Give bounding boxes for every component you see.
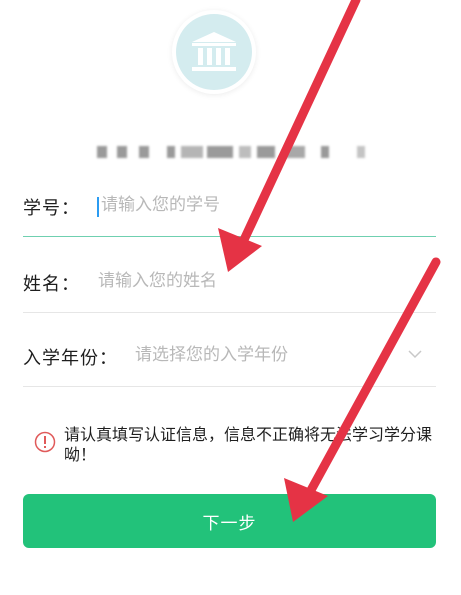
notice: 请认真填写认证信息，信息不正确将无法学习学分课呦！ [34,425,434,473]
chevron-down-icon [408,350,422,359]
bank-building-icon [192,32,236,71]
student-id-input[interactable] [101,192,421,218]
warning-icon [34,431,56,453]
enrollment-year-row[interactable]: 入学年份： [23,320,436,387]
student-id-label: 学号： [23,198,80,219]
next-step-button[interactable]: 下一步 [23,494,436,548]
student-id-row: 学号： [23,170,436,237]
text-caret [97,197,99,217]
name-label: 姓名： [23,274,80,295]
enrollment-year-select[interactable] [135,342,385,368]
notice-text: 请认真填写认证信息，信息不正确将无法学习学分课呦！ [64,425,433,464]
redacted-institution-name [95,142,365,162]
name-input[interactable] [98,268,418,294]
institution-logo [172,10,256,94]
name-row: 姓名： [23,246,436,313]
enrollment-year-label: 入学年份： [23,348,118,369]
